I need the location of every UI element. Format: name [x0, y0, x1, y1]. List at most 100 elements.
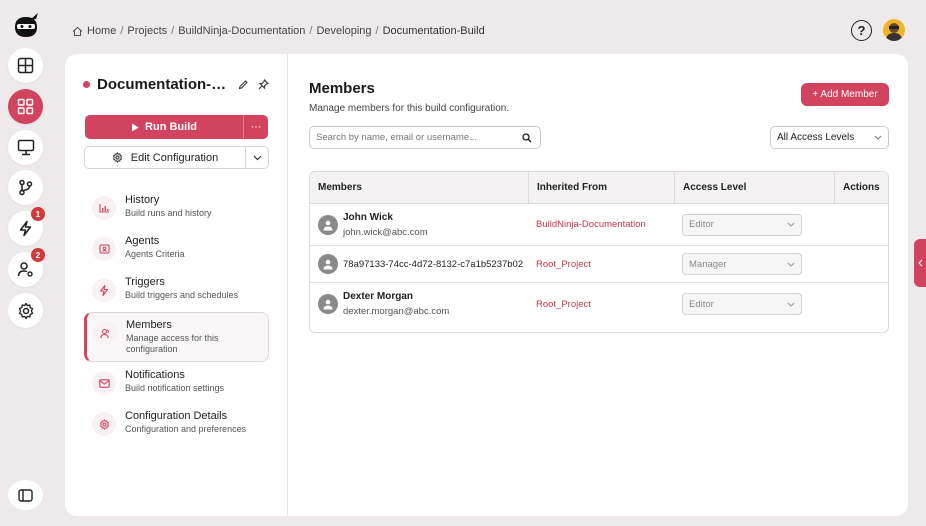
- row-actions: [834, 246, 888, 282]
- table-header: Members Inherited From Access Level Acti…: [310, 172, 888, 204]
- dashboard-icon: [17, 57, 34, 74]
- chevron-down-icon: [787, 302, 795, 307]
- nav-sub: Configuration and preferences: [125, 424, 247, 434]
- add-member-label: + Add Member: [812, 89, 878, 100]
- side-panel-toggle[interactable]: [914, 239, 926, 287]
- search-placeholder: Search by name, email or username...: [316, 132, 478, 143]
- add-member-button[interactable]: + Add Member: [801, 83, 889, 106]
- column-access-level: Access Level: [674, 172, 834, 204]
- nav-item-triggers[interactable]: Triggers Build triggers and schedules: [84, 271, 269, 312]
- home-icon[interactable]: [72, 26, 83, 37]
- member-avatar-icon: [318, 214, 338, 235]
- rail-projects-button[interactable]: [8, 89, 43, 124]
- member-avatar-icon: [318, 294, 338, 314]
- breadcrumb-project[interactable]: BuildNinja-Documentation: [178, 25, 305, 37]
- column-actions: Actions: [834, 172, 888, 204]
- row-actions: [834, 204, 888, 245]
- pencil-icon[interactable]: [237, 79, 249, 91]
- edit-config-group: Edit Configuration: [84, 146, 269, 169]
- grid-icon: [17, 98, 34, 115]
- access-level-value: Manager: [689, 258, 727, 270]
- access-level-filter[interactable]: All Access Levels: [770, 126, 889, 149]
- breadcrumb-home[interactable]: Home: [87, 25, 116, 37]
- member-email: dexter.morgan@abc.com: [343, 306, 450, 317]
- inherited-from-link[interactable]: Root_Project: [536, 259, 591, 270]
- search-icon: [522, 132, 532, 142]
- members-section: Members Manage members for this build co…: [309, 54, 889, 516]
- rail-dashboard-button[interactable]: [8, 48, 43, 83]
- access-level-value: Editor: [689, 298, 714, 310]
- chevron-down-icon: [874, 135, 882, 140]
- more-icon: ···: [250, 121, 262, 133]
- breadcrumb-separator: /: [309, 25, 313, 37]
- access-level-select[interactable]: Manager: [682, 253, 802, 275]
- rail-users-button[interactable]: 2: [8, 248, 45, 287]
- nav-sub: Manage access for this configuration: [126, 333, 219, 354]
- breadcrumb-subproject[interactable]: Developing: [316, 25, 371, 37]
- members-icon: [93, 321, 117, 345]
- branch-icon: [19, 179, 33, 196]
- member-name: Dexter Morgan: [343, 291, 414, 302]
- table-row: John Wick john.wick@abc.com BuildNinja-Do…: [310, 204, 888, 246]
- build-sidebar: Documentation-Build Run Build ··· Edit C…: [65, 54, 288, 516]
- nav-item-notifications[interactable]: Notifications Build notification settings: [84, 364, 269, 405]
- breadcrumb-separator: /: [171, 25, 175, 37]
- table-row: Dexter Morgan dexter.morgan@abc.com Root_…: [310, 283, 888, 325]
- search-input[interactable]: Search by name, email or username...: [309, 126, 541, 149]
- page-title: Members: [309, 80, 375, 97]
- help-button[interactable]: ?: [851, 20, 872, 41]
- build-title: Documentation-Build: [97, 76, 229, 93]
- nav-label: Triggers: [125, 276, 165, 288]
- breadcrumb-separator: /: [375, 25, 379, 37]
- edit-configuration-label: Edit Configuration: [130, 151, 219, 164]
- chevron-down-icon: [787, 222, 795, 227]
- collapse-sidebar-button[interactable]: [8, 480, 43, 510]
- rail-vcs-button[interactable]: [8, 170, 43, 205]
- settings-icon: [92, 412, 116, 436]
- nav-sub: Build triggers and schedules: [125, 290, 239, 300]
- bolt-icon: [92, 278, 116, 302]
- column-members: Members: [318, 182, 362, 193]
- gear-icon: [112, 152, 122, 163]
- nav-item-history[interactable]: History Build runs and history: [84, 189, 269, 230]
- nav-sub: Build runs and history: [125, 208, 212, 218]
- run-build-label: Run Build: [145, 121, 197, 133]
- member-avatar-icon: [318, 254, 338, 274]
- monitor-icon: [17, 139, 34, 156]
- breadcrumb-projects[interactable]: Projects: [127, 25, 167, 37]
- run-options-button[interactable]: ···: [243, 115, 268, 139]
- member-id: 78a97133-74cc-4d72-8132-c7a1b5237b02: [343, 258, 524, 270]
- members-table: Members Inherited From Access Level Acti…: [309, 171, 889, 333]
- nav-item-members[interactable]: Members Manage access for this configurat…: [84, 312, 269, 362]
- edit-options-dropdown[interactable]: [245, 147, 268, 168]
- nav-item-agents[interactable]: Agents Agents Criteria: [84, 230, 269, 271]
- run-build-button[interactable]: Run Build: [85, 115, 243, 139]
- nav-label: Notifications: [125, 369, 185, 381]
- filter-value: All Access Levels: [777, 132, 855, 143]
- build-header: Documentation-Build: [83, 76, 273, 93]
- ninja-logo-icon[interactable]: [11, 9, 41, 41]
- access-level-select[interactable]: Editor: [682, 213, 802, 236]
- column-inherited-from: Inherited From: [528, 172, 674, 204]
- page-subtitle: Manage members for this build configurat…: [309, 103, 510, 114]
- access-level-value: Editor: [689, 219, 714, 230]
- member-email: john.wick@abc.com: [343, 226, 428, 238]
- nav-sub: Agents Criteria: [125, 249, 185, 259]
- pin-icon[interactable]: [257, 79, 269, 91]
- chart-icon: [92, 196, 116, 220]
- nav-label: Members: [126, 319, 172, 331]
- inherited-from-link[interactable]: Root_Project: [536, 299, 591, 310]
- nav-label: Agents: [125, 235, 160, 247]
- rail-triggers-button[interactable]: 1: [8, 207, 45, 246]
- breadcrumb-current: Documentation-Build: [382, 25, 485, 37]
- status-dot: [83, 81, 90, 88]
- access-level-select[interactable]: Editor: [682, 293, 802, 315]
- chevron-down-icon: [253, 155, 261, 160]
- nav-item-configuration-details[interactable]: Configuration Details Configuration and p…: [84, 405, 269, 446]
- rail-agents-button[interactable]: [8, 130, 43, 165]
- inherited-from-link[interactable]: BuildNinja-Documentation: [536, 219, 646, 230]
- member-name: John Wick: [343, 211, 393, 223]
- rail-settings-button[interactable]: [8, 293, 43, 328]
- user-avatar[interactable]: [883, 19, 905, 41]
- edit-configuration-button[interactable]: Edit Configuration: [85, 147, 245, 168]
